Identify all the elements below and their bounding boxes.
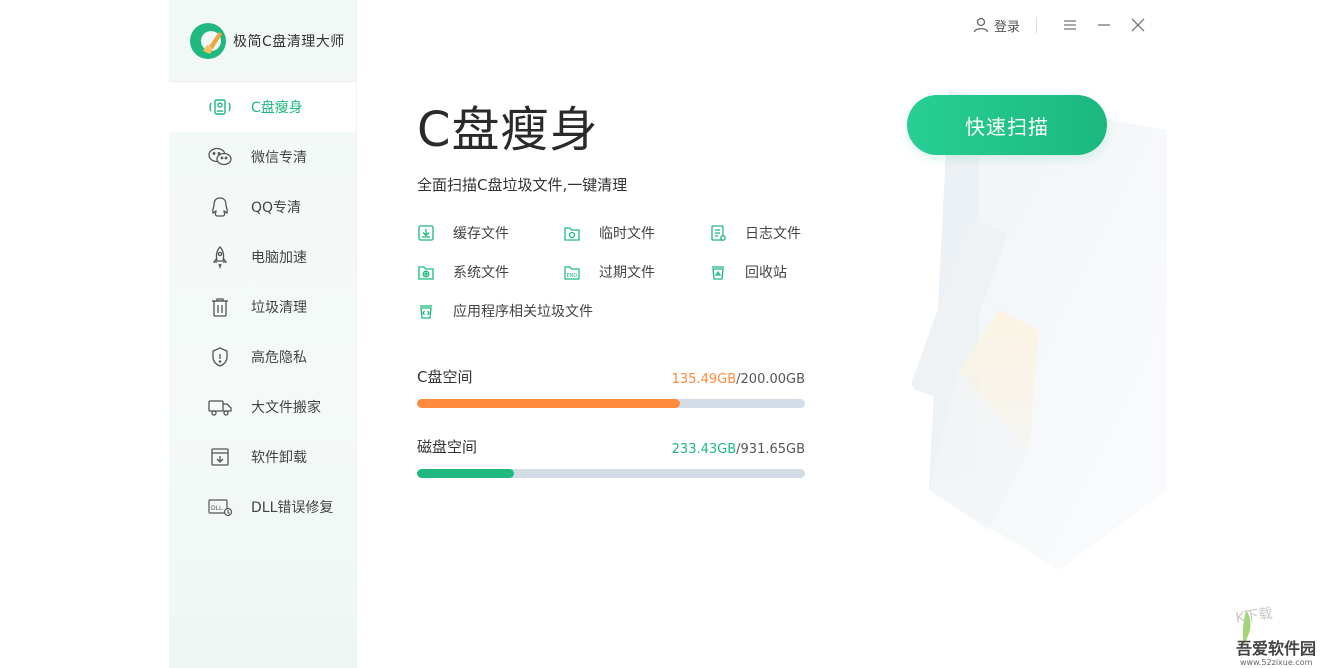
disk-slim-icon <box>207 94 233 120</box>
feature-expired: END 过期文件 <box>563 262 709 281</box>
feature-label: 应用程序相关垃圾文件 <box>453 303 593 320</box>
minimize-button[interactable] <box>1087 12 1121 38</box>
login-button[interactable]: 登录 <box>972 16 1020 35</box>
close-button[interactable] <box>1121 12 1155 38</box>
quick-scan-button[interactable]: 快速扫描 <box>907 95 1107 155</box>
uninstall-icon <box>207 444 233 470</box>
brand: 极简C盘清理大师 <box>169 0 356 82</box>
feature-label: 临时文件 <box>599 225 655 242</box>
sidebar-item-dll[interactable]: DLL DLL错误修复 <box>169 482 356 532</box>
feature-system: 系统文件 <box>417 262 563 281</box>
recycle-bin-icon <box>709 263 727 281</box>
trash-icon <box>207 294 233 320</box>
login-label: 登录 <box>993 19 1020 35</box>
disk-space: 磁盘空间 233.43GB/931.65GB <box>417 436 805 478</box>
sidebar-item-speedup[interactable]: 电脑加速 <box>169 232 356 282</box>
sidebar-item-label: 软件卸载 <box>251 450 307 466</box>
sidebar-item-label: C盘瘦身 <box>251 100 303 116</box>
system-file-icon <box>417 263 435 281</box>
expired-file-icon: END <box>563 263 581 281</box>
progress-fill <box>417 399 680 408</box>
sidebar-item-label: 垃圾清理 <box>251 300 307 316</box>
app-logo <box>189 22 227 60</box>
svg-text:END: END <box>567 273 578 279</box>
sidebar-item-privacy[interactable]: 高危隐私 <box>169 332 356 382</box>
user-icon <box>973 17 989 33</box>
sidebar-item-label: 微信专清 <box>251 150 307 166</box>
feature-cache: 缓存文件 <box>417 223 563 242</box>
sidebar-item-qq[interactable]: QQ专清 <box>169 182 356 232</box>
svg-text:DLL: DLL <box>211 505 223 512</box>
c-drive-progress-bar <box>417 399 805 408</box>
sidebar-item-wechat[interactable]: 微信专清 <box>169 132 356 182</box>
space-value: 135.49GB/200.00GB <box>672 372 805 387</box>
feature-label: 日志文件 <box>745 225 801 242</box>
log-file-icon <box>709 224 727 242</box>
wechat-icon <box>207 144 233 170</box>
feature-label: 过期文件 <box>599 264 655 281</box>
feature-list: 缓存文件 临时文件 日志文件 系统文件 END 过期文件 回收站 应用程序相关垃… <box>417 223 817 320</box>
cache-file-icon <box>417 224 435 242</box>
menu-button[interactable] <box>1053 12 1087 38</box>
watermark-logo: K下载 吾爱软件园 www.52zixue.com <box>1235 606 1316 667</box>
sidebar: 极简C盘清理大师 C盘瘦身 微信专清 QQ专清 电脑加速 垃圾清理 高危隐私 大… <box>169 0 357 668</box>
app-name: 极简C盘清理大师 <box>233 33 345 50</box>
feature-label: 回收站 <box>745 264 787 281</box>
app-window: 极简C盘清理大师 C盘瘦身 微信专清 QQ专清 电脑加速 垃圾清理 高危隐私 大… <box>169 0 1167 668</box>
watermark-url: www.52zixue.com <box>1240 658 1313 667</box>
sidebar-item-uninstall[interactable]: 软件卸载 <box>169 432 356 482</box>
feature-label: 系统文件 <box>453 264 509 281</box>
feature-temp: 临时文件 <box>563 223 709 242</box>
rocket-icon <box>207 244 233 270</box>
sidebar-item-bigfile[interactable]: 大文件搬家 <box>169 382 356 432</box>
space-used: 233.43GB <box>671 442 737 457</box>
app-junk-icon <box>417 302 435 320</box>
qq-icon <box>207 194 233 220</box>
sidebar-nav: C盘瘦身 微信专清 QQ专清 电脑加速 垃圾清理 高危隐私 大文件搬家 软件卸载… <box>169 82 356 532</box>
space-used: 135.49GB <box>671 372 737 387</box>
space-label: C盘空间 <box>417 368 473 386</box>
sidebar-item-label: 高危隐私 <box>251 350 307 366</box>
temp-file-icon <box>563 224 581 242</box>
feature-label: 缓存文件 <box>453 225 509 242</box>
space-value: 233.43GB/931.65GB <box>672 442 805 457</box>
sidebar-item-label: DLL错误修复 <box>251 500 334 516</box>
sidebar-item-label: QQ专清 <box>251 200 302 216</box>
minimize-icon <box>1098 24 1110 26</box>
dll-icon: DLL <box>207 494 233 520</box>
page-subtitle: 全面扫描C盘垃圾文件,一键清理 <box>417 176 628 194</box>
space-label: 磁盘空间 <box>417 438 478 456</box>
space-total: /200.00GB <box>736 372 805 387</box>
title-bar-divider <box>1036 17 1037 33</box>
page-title: C盘瘦身 <box>417 102 599 158</box>
sidebar-item-label: 电脑加速 <box>251 250 307 266</box>
c-drive-space: C盘空间 135.49GB/200.00GB <box>417 366 805 408</box>
disk-progress-bar <box>417 469 805 478</box>
sidebar-item-label: 大文件搬家 <box>251 400 321 416</box>
close-icon <box>1131 18 1145 32</box>
title-bar: 登录 <box>972 12 1155 38</box>
shield-icon <box>207 344 233 370</box>
main-panel: C盘瘦身 全面扫描C盘垃圾文件,一键清理 缓存文件 临时文件 日志文件 系统文件… <box>417 96 817 320</box>
space-total: /931.65GB <box>736 442 805 457</box>
truck-icon <box>207 394 233 420</box>
sidebar-item-junk[interactable]: 垃圾清理 <box>169 282 356 332</box>
svg-text:K下载: K下载 <box>1235 606 1274 627</box>
watermark-title: 吾爱软件园 <box>1236 639 1316 658</box>
feature-app-junk: 应用程序相关垃圾文件 <box>417 301 829 320</box>
feature-recycle: 回收站 <box>709 262 829 281</box>
sidebar-item-c-slim[interactable]: C盘瘦身 <box>169 82 356 132</box>
feature-log: 日志文件 <box>709 223 829 242</box>
menu-icon <box>1064 20 1076 30</box>
progress-fill <box>417 469 515 478</box>
